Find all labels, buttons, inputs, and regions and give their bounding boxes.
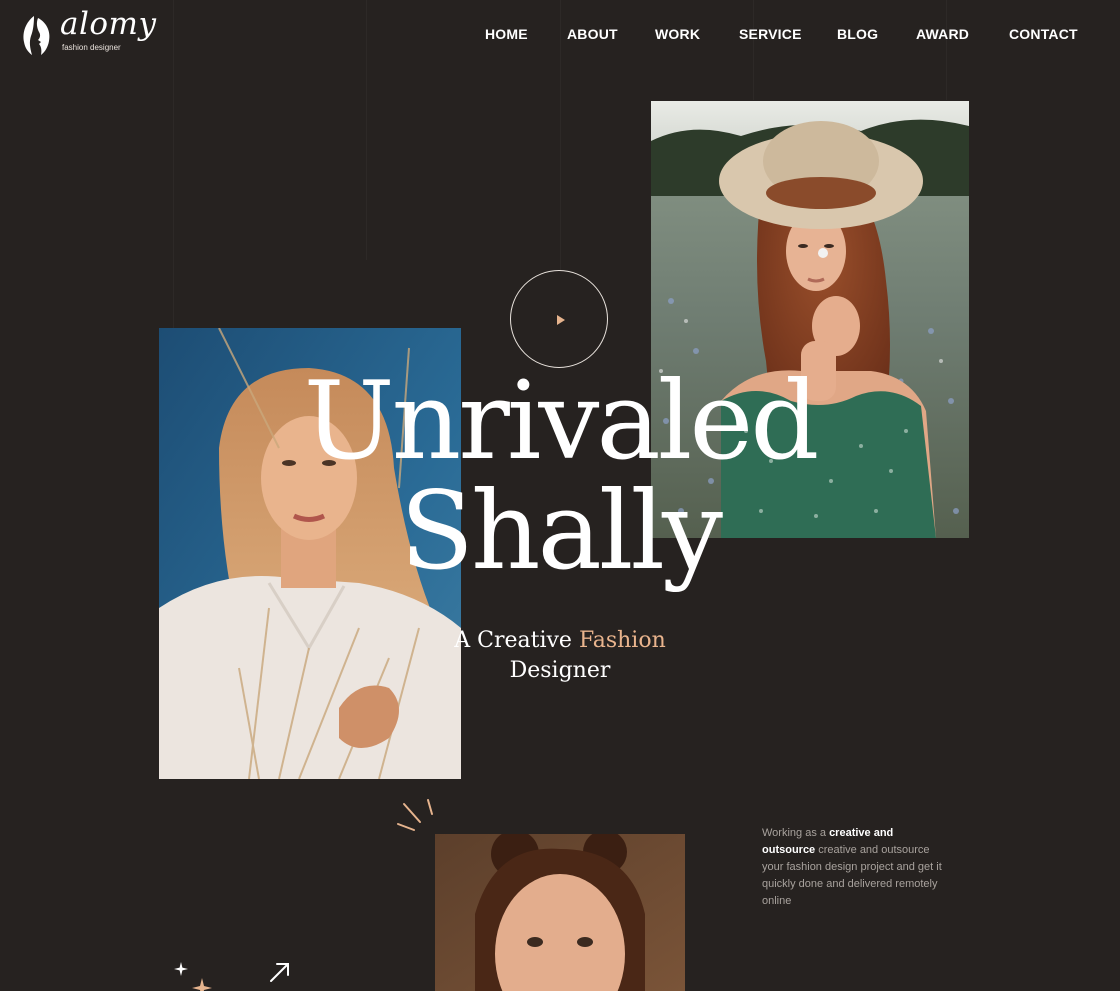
nav-item-contact[interactable]: CONTACT	[1009, 26, 1078, 42]
hero-title-line1: Unrivaled	[303, 359, 820, 484]
subtitle-accent: Fashion	[578, 628, 666, 653]
main-nav: HOME ABOUT WORK SERVICE BLOG AWARD CONTA…	[0, 26, 1120, 46]
arrow-up-right-icon	[270, 963, 289, 982]
hero-photo-bun-girl	[435, 834, 685, 991]
play-video-button[interactable]	[510, 270, 608, 368]
subtitle-text: A Creative	[454, 628, 579, 653]
hero-subtitle-line1: A Creative Fashion	[0, 626, 1120, 656]
play-icon	[557, 315, 565, 325]
nav-item-about[interactable]: ABOUT	[567, 26, 618, 42]
about-description: Working as a creative and outsource crea…	[762, 825, 942, 910]
nav-item-work[interactable]: WORK	[655, 26, 700, 42]
nav-item-award[interactable]: AWARD	[916, 26, 969, 42]
grid-line	[946, 0, 947, 100]
hero-title-line2: Shally	[399, 469, 723, 594]
nav-item-blog[interactable]: BLOG	[837, 26, 878, 42]
sparkle-icon	[174, 962, 188, 976]
burst-lines-icon	[397, 799, 433, 831]
about-intro: Working as a	[762, 827, 830, 839]
hero-subtitle-line2: Designer	[509, 658, 611, 683]
sparkle-icon	[192, 978, 212, 991]
grid-line	[173, 0, 174, 330]
nav-item-home[interactable]: HOME	[485, 26, 528, 42]
nav-item-service[interactable]: SERVICE	[739, 26, 802, 42]
page: alomy fashion designer HOME ABOUT WORK S…	[0, 0, 1120, 991]
grid-line	[753, 0, 754, 100]
